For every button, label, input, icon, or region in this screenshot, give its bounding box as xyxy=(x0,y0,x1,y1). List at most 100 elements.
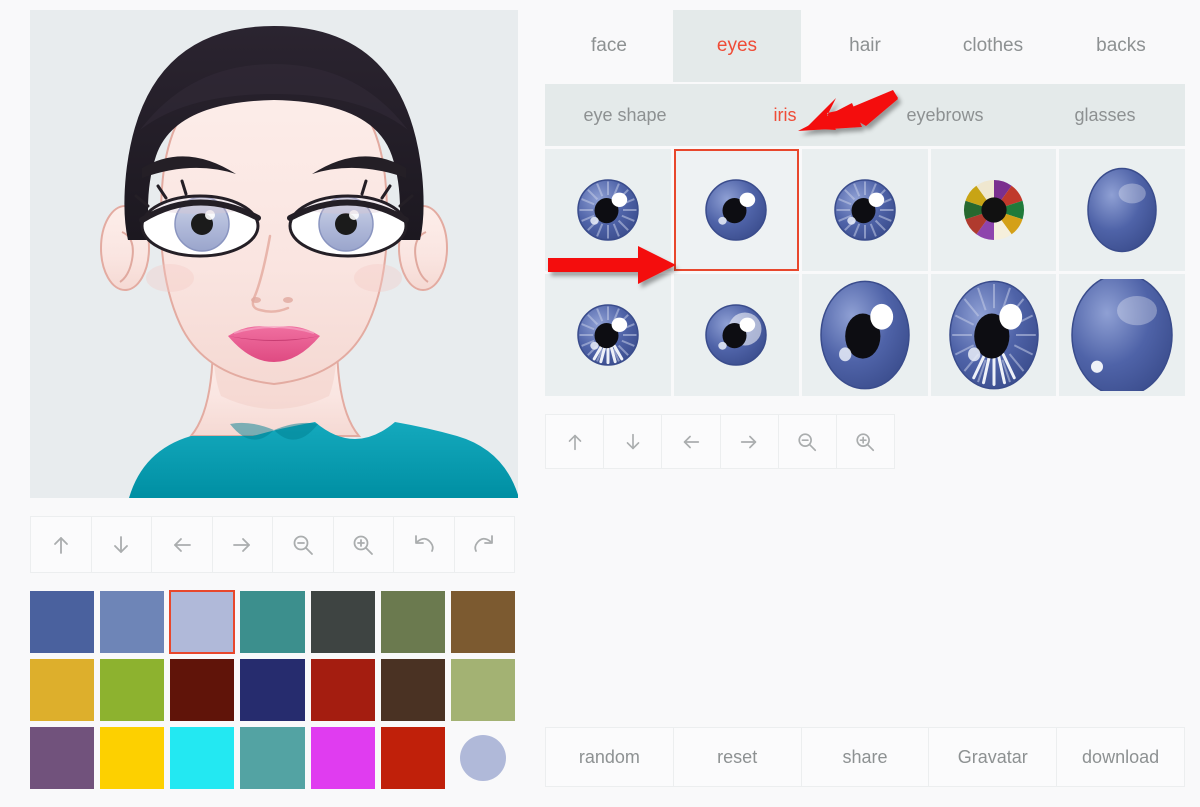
feature-move-down-button[interactable] xyxy=(604,415,662,468)
feature-zoom-out-button[interactable] xyxy=(779,415,837,468)
feature-zoom-in-button[interactable] xyxy=(837,415,894,468)
undo-icon xyxy=(412,533,436,557)
subtab-eyebrows[interactable]: eyebrows xyxy=(865,84,1025,146)
color-swatch[interactable] xyxy=(240,591,304,653)
color-swatch[interactable] xyxy=(381,659,445,721)
action-label: share xyxy=(842,747,887,768)
tab-label: eyes xyxy=(717,35,757,57)
random-button[interactable]: random xyxy=(546,728,674,786)
thumbnail-iris-plain-oval[interactable] xyxy=(1059,149,1185,271)
sub-tab-bar: eye shape iris eyebrows glasses xyxy=(545,84,1185,146)
feature-move-right-button[interactable] xyxy=(721,415,779,468)
color-swatch[interactable] xyxy=(30,727,94,789)
color-swatch[interactable] xyxy=(170,591,234,653)
move-down-button[interactable] xyxy=(92,517,153,572)
selected-color-circle xyxy=(460,735,506,781)
color-swatch[interactable] xyxy=(381,591,445,653)
thumbnail-iris-rainbow[interactable] xyxy=(931,149,1057,271)
tab-backs[interactable]: backs xyxy=(1057,10,1185,82)
color-swatch[interactable] xyxy=(100,659,164,721)
color-swatch[interactable] xyxy=(311,727,375,789)
avatar-preview-column xyxy=(30,10,520,789)
subtab-glasses[interactable]: glasses xyxy=(1025,84,1185,146)
thumbnail-iris-rays-small[interactable] xyxy=(545,274,671,396)
tab-label: clothes xyxy=(963,35,1023,57)
zoom-in-icon xyxy=(854,431,876,453)
thumbnail-iris-rays-large[interactable] xyxy=(931,274,1057,396)
arrow-up-icon xyxy=(564,431,586,453)
zoom-out-button[interactable] xyxy=(273,517,334,572)
feature-transform-toolbar xyxy=(545,414,895,469)
zoom-in-icon xyxy=(351,533,375,557)
color-swatch[interactable] xyxy=(30,591,94,653)
action-label: Gravatar xyxy=(958,747,1028,768)
zoom-out-icon xyxy=(291,533,315,557)
arrow-down-icon xyxy=(622,431,644,453)
subtab-label: iris xyxy=(774,105,797,126)
color-swatch[interactable] xyxy=(170,659,234,721)
color-swatch[interactable] xyxy=(451,591,515,653)
color-palette xyxy=(30,591,515,789)
color-swatch[interactable] xyxy=(311,659,375,721)
zoom-out-icon xyxy=(796,431,818,453)
feature-move-left-button[interactable] xyxy=(662,415,720,468)
move-right-button[interactable] xyxy=(213,517,274,572)
color-swatch[interactable] xyxy=(100,727,164,789)
tab-label: backs xyxy=(1096,35,1146,57)
subtab-label: eye shape xyxy=(583,105,666,126)
action-label: reset xyxy=(717,747,757,768)
arrow-left-icon xyxy=(680,431,702,453)
arrow-right-icon xyxy=(230,533,254,557)
move-up-button[interactable] xyxy=(31,517,92,572)
tab-hair[interactable]: hair xyxy=(801,10,929,82)
arrow-down-icon xyxy=(109,533,133,557)
editor-column: faceeyeshairclothesbacks eye shapeirisey… xyxy=(545,10,1185,469)
avatar-maker-page: faceeyeshairclothesbacks eye shapeirisey… xyxy=(0,0,1200,807)
thumbnail-iris-gradient-small[interactable] xyxy=(674,274,800,396)
subtab-label: glasses xyxy=(1074,105,1135,126)
gravatar-button[interactable]: Gravatar xyxy=(929,728,1057,786)
avatar-image xyxy=(30,10,518,498)
share-button[interactable]: share xyxy=(802,728,930,786)
selected-color-preview xyxy=(451,727,515,789)
color-swatch[interactable] xyxy=(30,659,94,721)
feature-move-up-button[interactable] xyxy=(546,415,604,468)
redo-button[interactable] xyxy=(455,517,515,572)
action-button-bar: random reset share Gravatar download xyxy=(545,727,1185,787)
color-swatch[interactable] xyxy=(240,727,304,789)
tab-face[interactable]: face xyxy=(545,10,673,82)
action-label: download xyxy=(1082,747,1159,768)
download-button[interactable]: download xyxy=(1057,728,1184,786)
subtab-eye-shape[interactable]: eye shape xyxy=(545,84,705,146)
move-left-button[interactable] xyxy=(152,517,213,572)
thumbnail-iris-large-oval[interactable] xyxy=(802,274,928,396)
tab-label: hair xyxy=(849,35,881,57)
thumbnail-iris-glossy-small[interactable] xyxy=(674,149,800,271)
zoom-in-button[interactable] xyxy=(334,517,395,572)
color-swatch[interactable] xyxy=(240,659,304,721)
color-swatch[interactable] xyxy=(311,591,375,653)
main-tab-bar: face eyes hair clothes backs xyxy=(545,10,1185,82)
color-swatch[interactable] xyxy=(381,727,445,789)
avatar-transform-toolbar xyxy=(30,516,515,573)
color-swatch[interactable] xyxy=(100,591,164,653)
reset-button[interactable]: reset xyxy=(674,728,802,786)
action-label: random xyxy=(579,747,640,768)
undo-button[interactable] xyxy=(394,517,455,572)
redo-icon xyxy=(472,533,496,557)
arrow-left-icon xyxy=(170,533,194,557)
avatar-preview-panel[interactable] xyxy=(30,10,518,498)
subtab-label: eyebrows xyxy=(906,105,983,126)
tab-eyes[interactable]: eyes xyxy=(673,10,801,82)
thumbnail-iris-striped-highlight[interactable] xyxy=(802,149,928,271)
color-swatch[interactable] xyxy=(170,727,234,789)
arrow-right-icon xyxy=(738,431,760,453)
iris-thumbnail-grid xyxy=(545,149,1185,396)
thumbnail-iris-plain-large[interactable] xyxy=(1059,274,1185,396)
thumbnail-iris-striped-small[interactable] xyxy=(545,149,671,271)
subtab-iris[interactable]: iris xyxy=(705,84,865,146)
tab-label: face xyxy=(591,35,627,57)
tab-clothes[interactable]: clothes xyxy=(929,10,1057,82)
color-swatch[interactable] xyxy=(451,659,515,721)
arrow-up-icon xyxy=(49,533,73,557)
